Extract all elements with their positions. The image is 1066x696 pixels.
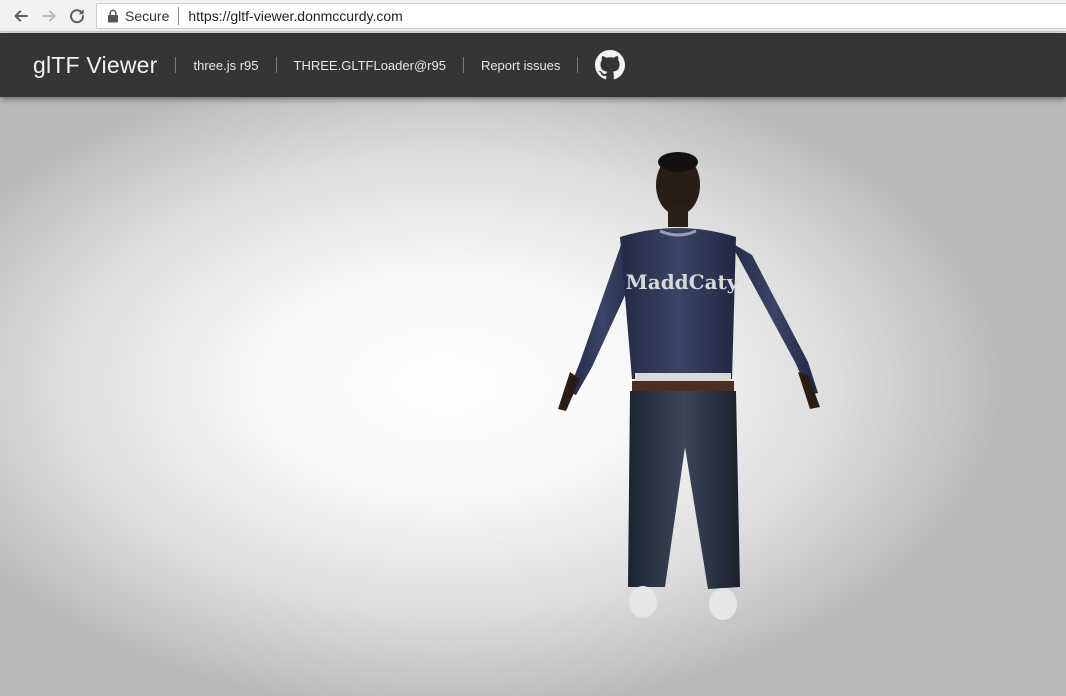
model-viewport[interactable]: MaddCaty — [0, 97, 1066, 696]
app-header: glTF Viewer three.js r95 THREE.GLTFLoade… — [0, 33, 1066, 97]
lock-icon — [107, 9, 119, 23]
header-divider — [275, 57, 277, 73]
threejs-version-link[interactable]: three.js r95 — [193, 58, 258, 73]
github-icon[interactable] — [595, 50, 626, 80]
report-issues-link[interactable]: Report issues — [481, 58, 560, 73]
shirt-logo-text: MaddCaty — [626, 270, 740, 294]
header-divider — [577, 57, 579, 73]
address-bar[interactable]: Secure https://gltf-viewer.donmccurdy.co… — [96, 3, 1066, 29]
character-model: MaddCaty — [558, 152, 820, 620]
back-button[interactable] — [8, 3, 34, 29]
back-arrow-icon — [14, 10, 28, 21]
address-divider — [178, 7, 180, 25]
header-divider — [462, 57, 464, 73]
app-title[interactable]: glTF Viewer — [33, 52, 157, 79]
gltfloader-version-link[interactable]: THREE.GLTFLoader@r95 — [294, 58, 446, 73]
header-divider — [175, 57, 177, 73]
browser-toolbar: Secure https://gltf-viewer.donmccurdy.co… — [0, 0, 1066, 32]
forward-button[interactable] — [36, 3, 62, 29]
reload-icon — [70, 8, 85, 23]
reload-button[interactable] — [64, 3, 90, 29]
url-text[interactable]: https://gltf-viewer.donmccurdy.com — [188, 8, 402, 24]
secure-label: Secure — [125, 8, 170, 24]
forward-arrow-icon — [42, 10, 56, 21]
